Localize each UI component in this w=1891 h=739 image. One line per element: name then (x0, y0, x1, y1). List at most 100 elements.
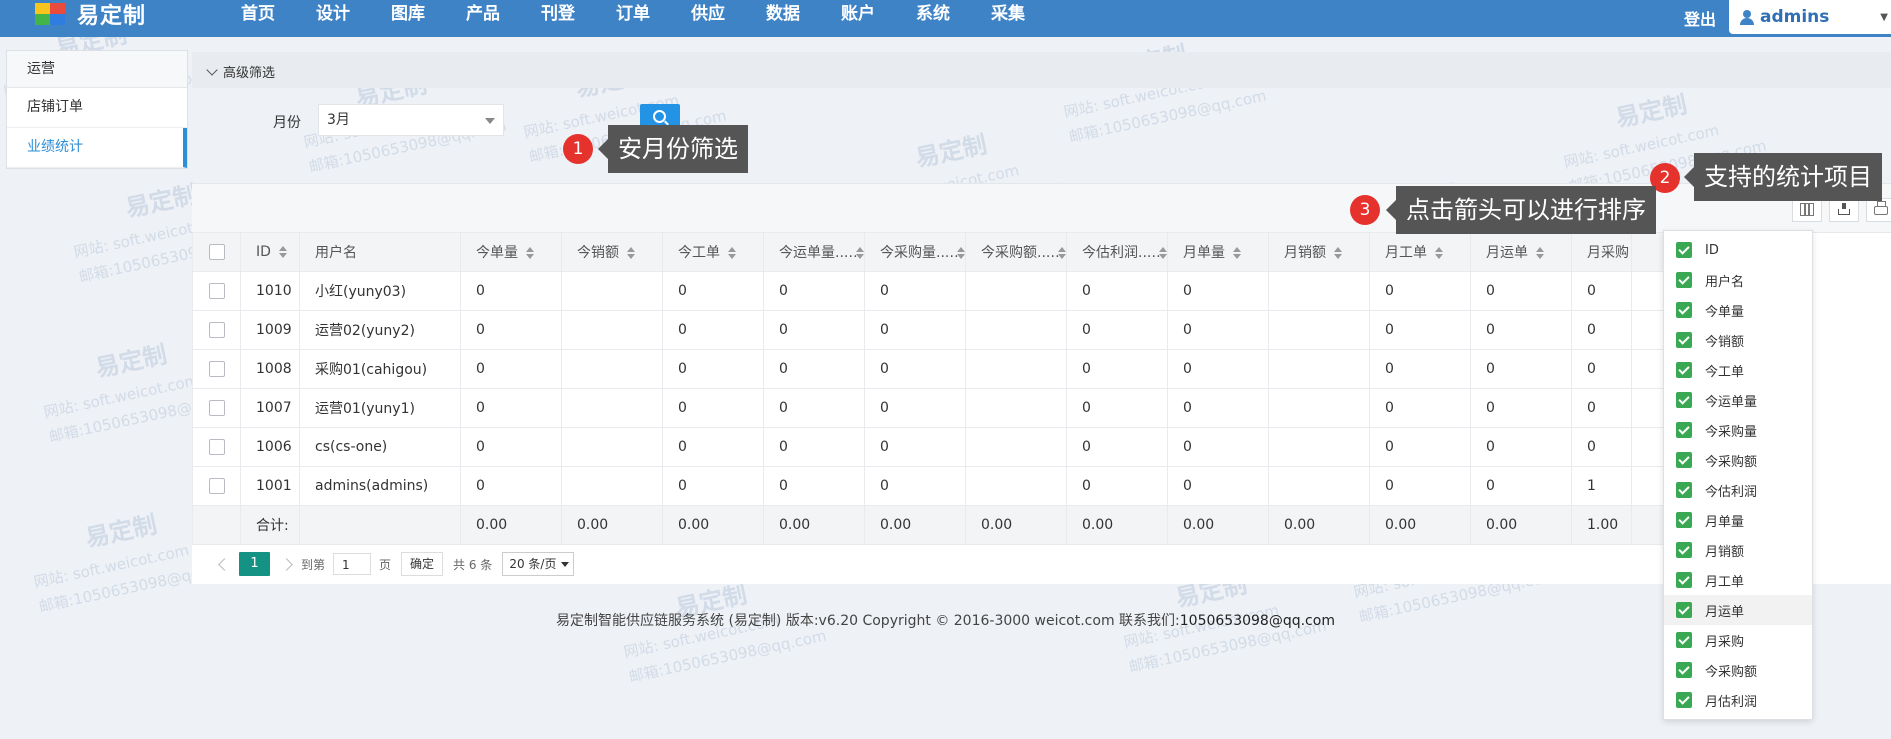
prev-page-icon[interactable] (218, 557, 231, 571)
user-icon (1740, 10, 1754, 25)
table-total-row: 合计: 0.00 0.00 0.00 0.00 0.00 0.00 0.00 0.00 0.00 0… (192, 505, 1765, 545)
table-cell: 采购01(cahigou) (299, 349, 461, 389)
column-header-label: 今采购额... (981, 245, 1051, 261)
column-header[interactable]: 今采购额... (965, 232, 1067, 272)
table-row[interactable]: 1006cs(cs-one)0000000000 (192, 427, 1765, 467)
nav-item-3[interactable]: 产品 (466, 0, 541, 28)
table-cell: 0 (1167, 427, 1269, 467)
export-button[interactable] (1829, 198, 1859, 222)
sort-arrows-icon[interactable] (526, 247, 534, 259)
nav-item-8[interactable]: 账户 (841, 0, 916, 28)
month-select[interactable]: 3月 (318, 104, 504, 136)
column-option[interactable]: 月单量 (1664, 505, 1812, 535)
table-row[interactable]: 1007运营01(yuny1)0000000000 (192, 388, 1765, 428)
column-header[interactable]: 今估利润... (1066, 232, 1168, 272)
nav-item-1[interactable]: 设计 (316, 0, 391, 28)
column-option[interactable]: 今单量 (1664, 295, 1812, 325)
table-cell: 0 (1369, 271, 1471, 311)
column-header[interactable]: 今销额 (561, 232, 663, 272)
row-checkbox[interactable] (208, 400, 225, 416)
page-size-select[interactable]: 20 条/页 (502, 552, 575, 576)
table-cell: 0 (1571, 349, 1632, 389)
table-cell: 0 (662, 310, 764, 350)
column-toggle-button[interactable] (1792, 198, 1822, 222)
column-header[interactable]: 今工单 (662, 232, 764, 272)
nav-item-0[interactable]: 首页 (241, 0, 316, 28)
sidebar-item-performance[interactable]: 业绩统计 (7, 128, 187, 168)
table-row[interactable]: 1001admins(admins)00000000191.98 (192, 466, 1765, 506)
table-cell: 1008 (240, 349, 300, 389)
sort-arrows-icon[interactable] (1334, 247, 1342, 259)
column-option[interactable]: 月估利润 (1664, 685, 1812, 715)
column-option[interactable]: 今工单 (1664, 355, 1812, 385)
app-logo[interactable]: 易定制 (35, 0, 146, 29)
nav-item-4[interactable]: 刊登 (541, 0, 616, 28)
table-row[interactable]: 1010小红(yuny03)0000000000 (192, 271, 1765, 311)
table-cell (1268, 466, 1370, 506)
footer-email[interactable]: 1050653098@qq.com (1180, 613, 1335, 629)
nav-item-5[interactable]: 订单 (616, 0, 691, 28)
row-checkbox[interactable] (208, 283, 225, 299)
table-cell: 0 (1571, 271, 1632, 311)
nav-item-10[interactable]: 采集 (991, 0, 1066, 28)
logout-link[interactable]: 登出 (1684, 6, 1716, 30)
sidebar-item-store-orders[interactable]: 店铺订单 (7, 88, 187, 128)
sort-arrows-icon[interactable] (627, 247, 635, 259)
column-option[interactable]: 今采购量 (1664, 415, 1812, 445)
column-option[interactable]: 月工单 (1664, 565, 1812, 595)
user-menu[interactable]: admins ▼ (1729, 0, 1891, 34)
column-header[interactable]: 月销额 (1268, 232, 1370, 272)
column-option[interactable]: ID (1664, 235, 1812, 265)
column-option[interactable]: 今采购额 (1664, 655, 1812, 685)
sort-arrows-icon[interactable] (278, 246, 287, 258)
sort-arrows-icon[interactable] (1536, 247, 1544, 259)
table-cell: 0 (1470, 466, 1572, 506)
table-cell: 0 (1470, 388, 1572, 428)
column-header[interactable]: 用户名 (299, 232, 461, 272)
column-option[interactable]: 今运单量 (1664, 385, 1812, 415)
column-header[interactable]: 月工单 (1369, 232, 1471, 272)
column-header[interactable]: 月采购 (1571, 232, 1632, 272)
table-cell (965, 271, 1067, 311)
column-header[interactable]: 今运单量... (763, 232, 865, 272)
nav-item-7[interactable]: 数据 (766, 0, 841, 28)
row-checkbox[interactable] (208, 361, 225, 377)
select-all-checkbox[interactable] (208, 244, 225, 260)
nav-item-2[interactable]: 图库 (391, 0, 466, 28)
column-header[interactable]: 今采购量... (864, 232, 966, 272)
table-cell: 0 (1470, 349, 1572, 389)
row-checkbox[interactable] (208, 439, 225, 455)
column-header[interactable]: 月单量 (1167, 232, 1269, 272)
table-cell: 小红(yuny03) (299, 271, 461, 311)
next-page-icon[interactable] (280, 557, 293, 571)
sort-arrows-icon[interactable] (728, 247, 736, 259)
table-cell: 0 (763, 310, 865, 350)
column-option[interactable]: 今采购额 (1664, 445, 1812, 475)
column-option[interactable]: 月销额 (1664, 535, 1812, 565)
nav-item-9[interactable]: 系统 (916, 0, 991, 28)
table-cell (1268, 427, 1370, 467)
page-current[interactable]: 1 (239, 552, 270, 576)
column-option[interactable]: 今销额 (1664, 325, 1812, 355)
sort-arrows-icon[interactable] (1233, 247, 1241, 259)
checkbox-checked-icon (1676, 242, 1692, 258)
goto-suffix: 页 (379, 557, 392, 572)
advanced-filter-toggle[interactable]: 高级筛选 (206, 62, 275, 81)
column-header[interactable]: 月运单 (1470, 232, 1572, 272)
column-header[interactable]: ID (240, 232, 300, 272)
table-row[interactable]: 1009运营02(yuny2)0000000000 (192, 310, 1765, 350)
table-row[interactable]: 1008采购01(cahigou)0000000000 (192, 349, 1765, 389)
column-option[interactable]: 用户名 (1664, 265, 1812, 295)
goto-page-input[interactable]: 1 (333, 553, 372, 575)
row-checkbox[interactable] (208, 322, 225, 338)
sort-arrows-icon[interactable] (1435, 247, 1443, 259)
column-option[interactable]: 今估利润 (1664, 475, 1812, 505)
nav-item-6[interactable]: 供应 (691, 0, 766, 28)
table-cell (1268, 349, 1370, 389)
row-checkbox[interactable] (208, 478, 225, 494)
table-cell (965, 427, 1067, 467)
print-button[interactable] (1866, 198, 1891, 222)
column-header[interactable]: 今单量 (460, 232, 562, 272)
goto-confirm-button[interactable]: 确定 (401, 552, 444, 576)
table-cell: 0 (1066, 388, 1168, 428)
